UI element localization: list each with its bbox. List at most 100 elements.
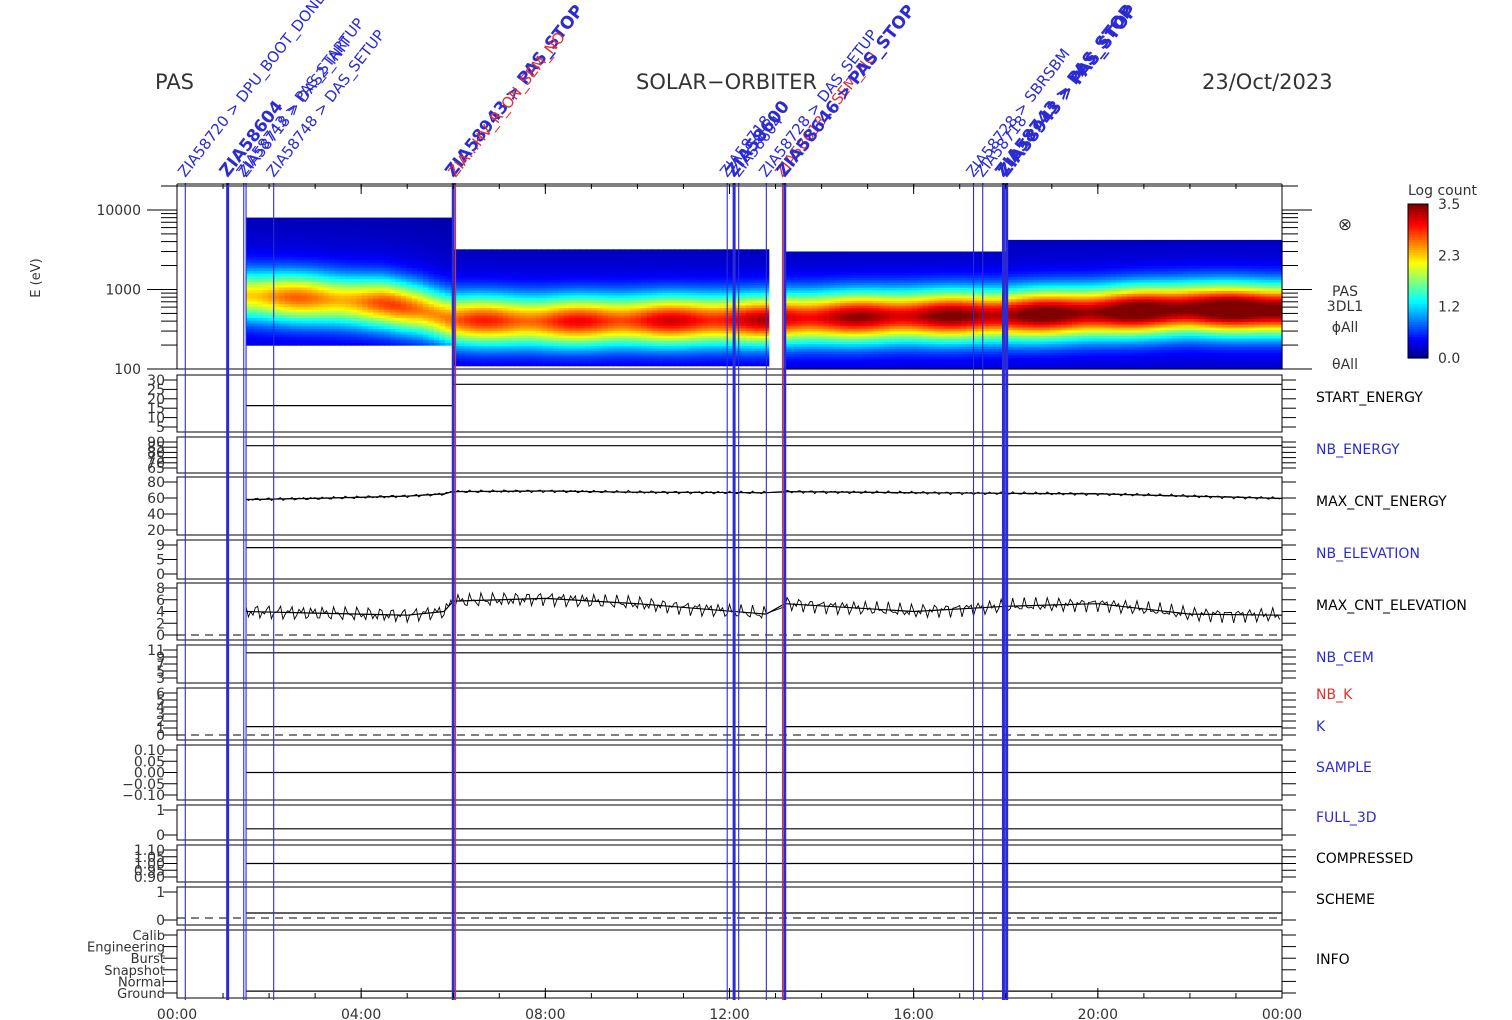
spectrogram-cell: [345, 217, 352, 221]
spectrogram-cell: [812, 251, 819, 255]
spectrogram-cell: [395, 217, 402, 221]
spectrogram-cell: [607, 249, 614, 253]
spectrogram-cell: [406, 217, 413, 221]
spectrogram-cell: [323, 217, 330, 221]
spectrogram-cell: [445, 217, 452, 221]
spectrogram-cell: [790, 251, 797, 255]
spectrogram-cell: [547, 249, 554, 253]
spectrogram-cell: [757, 249, 764, 253]
spectrogram-cell: [828, 251, 835, 255]
spectrogram-cell: [624, 249, 631, 253]
spectrogram-cell: [428, 217, 435, 221]
spectrogram-cell: [569, 249, 576, 253]
spectrogram-cell: [602, 249, 609, 253]
spectrogram-cell: [257, 217, 264, 221]
spectrogram-cell: [613, 249, 620, 253]
spectrogram-cell: [508, 249, 515, 253]
spectrogram-cell: [657, 249, 664, 253]
spectrogram-cell: [334, 217, 341, 221]
spectrogram-cell: [340, 217, 347, 221]
spectrogram-cell: [480, 249, 487, 253]
spectrogram-cell: [384, 217, 391, 221]
spectrogram-cell: [768, 249, 770, 253]
spectrogram-cell: [417, 217, 424, 221]
spectrogram-cell: [246, 217, 253, 221]
spectrogram-cell: [845, 251, 852, 255]
spectrogram-cell: [668, 249, 675, 253]
spectrogram-cell: [273, 217, 280, 221]
spectrogram-cell: [806, 251, 813, 255]
spectrogram-cell: [312, 217, 319, 221]
spectrogram-cell: [740, 249, 747, 253]
spectrogram-cell: [840, 251, 847, 255]
spectrogram-cell: [301, 217, 308, 221]
spectrogram-cell: [834, 251, 841, 255]
spectrogram-cell: [367, 217, 374, 221]
spectrogram-cell: [685, 249, 692, 253]
spectrogram-cell: [712, 249, 719, 253]
spectrogram-cell: [251, 217, 258, 221]
spectrogram-cell: [696, 249, 703, 253]
spectrogram-cell: [475, 249, 482, 253]
spectrogram-cell: [801, 251, 808, 255]
spectrogram-cell: [279, 217, 286, 221]
spectrogram-cell: [464, 249, 471, 253]
spectrogram-cell: [795, 251, 802, 255]
spectrogram-cell: [378, 217, 385, 221]
spectrogram-cell: [585, 249, 592, 253]
spectrogram-cell: [433, 217, 440, 221]
spectrogram-cell: [751, 249, 758, 253]
spectrogram-cell: [718, 249, 725, 253]
spectrogram-cell: [284, 217, 291, 221]
spectrogram-cell: [491, 249, 498, 253]
spectrogram-cell: [762, 249, 769, 253]
spectrogram-cell: [690, 249, 697, 253]
spectrogram-cell: [641, 249, 648, 253]
spectrogram-cell: [563, 249, 570, 253]
spectrogram-cell: [817, 251, 824, 255]
spectrogram-cell: [530, 249, 537, 253]
spectrogram-cell: [400, 217, 407, 221]
spectrogram-cell: [823, 251, 830, 255]
spectrogram-cell: [635, 249, 642, 253]
spectrogram-cell: [262, 217, 269, 221]
spectrogram-cell: [674, 249, 681, 253]
spectrogram-cell: [536, 249, 543, 253]
spectrogram-cell: [458, 249, 465, 253]
spectrogram-cell: [486, 249, 493, 253]
spectrogram-cell: [735, 249, 742, 253]
spectrogram-cell: [497, 249, 504, 253]
spectrogram-cell: [351, 217, 358, 221]
spectrogram-cell: [514, 249, 521, 253]
spectrogram-cell: [552, 249, 559, 253]
spectrogram-cell: [663, 249, 670, 253]
spectrogram-cell: [574, 249, 581, 253]
spectrogram-cell: [503, 249, 510, 253]
spectrogram-cell: [619, 249, 626, 253]
spectrogram-cell: [646, 249, 653, 253]
spectrogram-cell: [525, 249, 532, 253]
spectrogram-cell: [328, 217, 335, 221]
spectrogram-cell: [701, 249, 708, 253]
spectrogram-cell: [580, 249, 587, 253]
spectrogram-cell: [295, 217, 302, 221]
spectrogram-cell: [362, 217, 369, 221]
spectrogram-cell: [290, 217, 297, 221]
spectrogram-cell: [373, 217, 380, 221]
spectrogram-cell: [596, 249, 603, 253]
spectrogram-cell: [439, 217, 446, 221]
spectrogram-cell: [519, 249, 526, 253]
spectrogram-cell: [422, 217, 429, 221]
chart-canvas: 100100010000E (eV)⊗PAS3DL1ϕAllθAllLog co…: [29, 0, 1477, 1020]
spectrogram-cell: [591, 249, 598, 253]
spectrogram-cell: [356, 217, 363, 221]
spectrogram-cell: [707, 249, 714, 253]
spectrogram-cell: [679, 249, 686, 253]
spectrogram-cell: [306, 217, 313, 221]
spectrogram-cell: [389, 217, 396, 221]
spectrogram-cells: [246, 217, 1283, 370]
spectrogram-cell: [411, 217, 418, 221]
spectrogram-cell: [469, 249, 476, 253]
spectrogram-cell: [558, 249, 565, 253]
spectrogram-cell: [746, 249, 753, 253]
